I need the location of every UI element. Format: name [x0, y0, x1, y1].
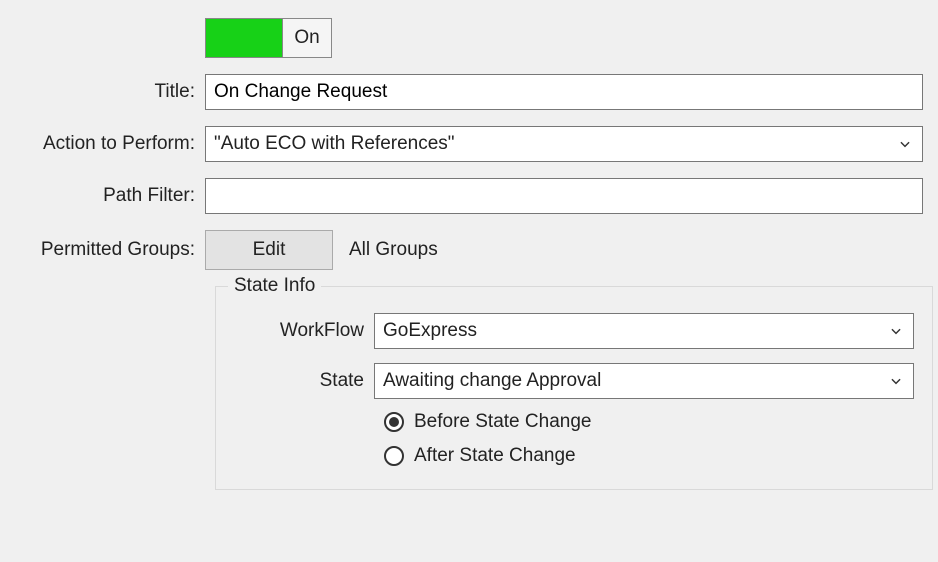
workflow-select-value: GoExpress [383, 320, 887, 342]
action-select-value: "Auto ECO with References" [214, 133, 896, 155]
enabled-toggle-button[interactable]: On [282, 18, 332, 58]
path-filter-input[interactable] [205, 178, 923, 214]
title-input[interactable] [205, 74, 923, 110]
state-info-legend: State Info [228, 275, 321, 297]
radio-before-state-change[interactable]: Before State Change [384, 411, 914, 433]
permitted-groups-label: Permitted Groups: [10, 239, 205, 261]
action-select[interactable]: "Auto ECO with References" [205, 126, 923, 162]
title-label: Title: [10, 81, 205, 103]
radio-icon [384, 446, 404, 466]
path-filter-label: Path Filter: [10, 185, 205, 207]
radio-after-state-change[interactable]: After State Change [384, 445, 914, 467]
state-info-group: State Info WorkFlow GoExpress State Awai… [215, 286, 933, 490]
chevron-down-icon [887, 372, 905, 390]
edit-groups-button-label: Edit [253, 239, 286, 261]
enabled-toggle-label: On [294, 27, 319, 49]
state-select[interactable]: Awaiting change Approval [374, 363, 914, 399]
state-select-value: Awaiting change Approval [383, 370, 887, 392]
chevron-down-icon [896, 135, 914, 153]
state-label: State [234, 370, 374, 392]
radio-before-label: Before State Change [414, 411, 591, 433]
chevron-down-icon [887, 322, 905, 340]
workflow-label: WorkFlow [234, 320, 374, 342]
radio-icon [384, 412, 404, 432]
enabled-toggle-indicator[interactable] [205, 18, 283, 58]
workflow-select[interactable]: GoExpress [374, 313, 914, 349]
edit-groups-button[interactable]: Edit [205, 230, 333, 270]
radio-after-label: After State Change [414, 445, 576, 467]
permitted-groups-display: All Groups [349, 239, 438, 261]
action-label: Action to Perform: [10, 133, 205, 155]
